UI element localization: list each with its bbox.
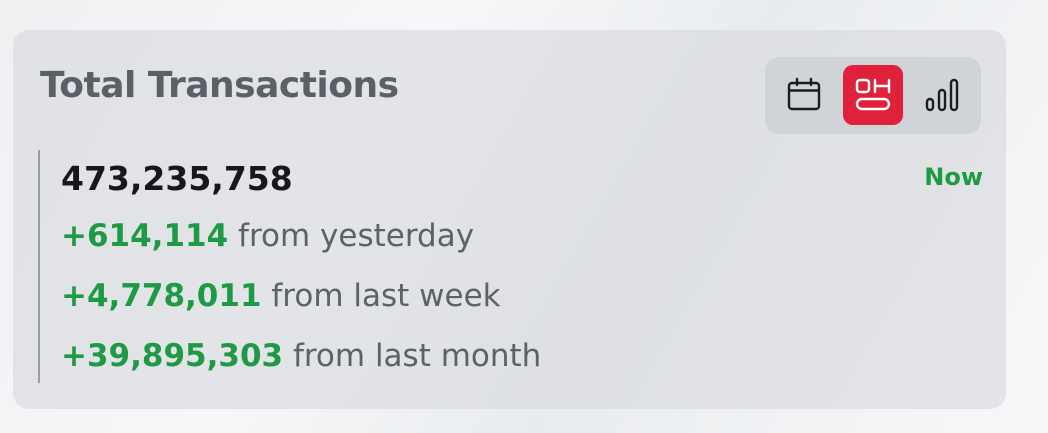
transaction-stats: 473,235,758 Now +614,114 from yesterday … [38,150,983,383]
change-row-yesterday: +614,114 from yesterday [61,221,474,252]
period-label: Now [924,163,983,191]
change-label: from yesterday [238,218,475,254]
change-delta: +4,778,011 [61,278,262,314]
change-delta: +39,895,303 [61,338,284,374]
change-label: from last month [292,338,542,374]
total-transactions-card: Total Transactions 473,235,758 Now +614,… [13,30,1006,409]
timeline-icon [855,78,891,111]
card-title: Total Transactions [40,65,399,106]
change-row-last-week: +4,778,011 from last week [61,281,501,312]
bar-chart-view-button[interactable] [912,65,972,125]
calendar-icon [787,77,821,111]
calendar-view-button[interactable] [774,65,834,125]
bar-chart-icon [925,78,959,112]
timeline-view-button[interactable] [843,65,903,125]
change-row-last-month: +39,895,303 from last month [61,341,541,372]
view-toggle [765,57,981,134]
change-delta: +614,114 [61,218,229,254]
change-label: from last week [271,278,501,314]
total-transactions-value: 473,235,758 [61,159,293,198]
